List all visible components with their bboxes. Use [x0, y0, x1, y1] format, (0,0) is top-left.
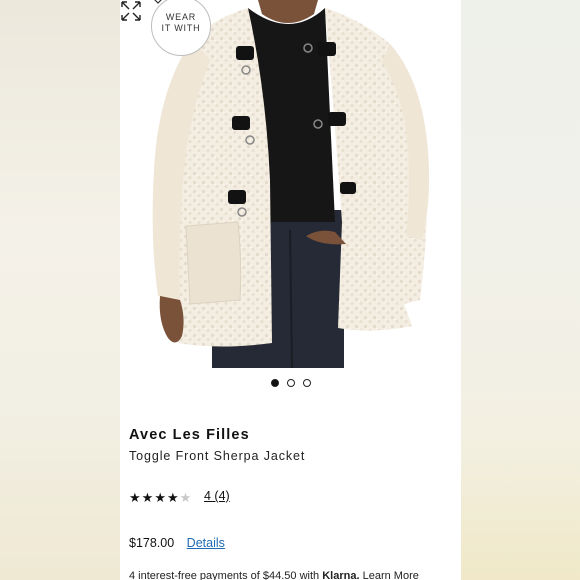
right-background	[461, 0, 580, 580]
product-name: Toggle Front Sherpa Jacket	[129, 449, 306, 463]
price-row: $178.00 Details	[129, 536, 225, 550]
product-page: WEAR IT WITH Avec Les Filles Toggle Fron…	[120, 0, 461, 580]
carousel-dot[interactable]	[270, 379, 279, 387]
carousel-dot[interactable]	[286, 379, 295, 387]
reviews-link[interactable]: 4 (4)	[204, 489, 230, 503]
star-icon: ★	[154, 490, 167, 505]
left-background	[0, 0, 120, 580]
klarna-logo: Klarna.	[322, 570, 360, 580]
details-link[interactable]: Details	[187, 536, 225, 550]
product-image[interactable]: WEAR IT WITH	[120, 0, 461, 368]
klarna-learn-more[interactable]: Learn More	[363, 570, 419, 580]
star-icon: ★	[129, 490, 142, 505]
brand-name[interactable]: Avec Les Filles	[129, 427, 250, 443]
jacket-photo	[152, 0, 430, 368]
klarna-prefix: 4 interest-free payments of $44.50 with	[129, 570, 320, 580]
star-icon: ★	[166, 490, 180, 505]
star-icon: ★	[179, 490, 193, 505]
chevron-down-icon	[154, 0, 162, 4]
klarna-message: 4 interest-free payments of $44.50 with …	[129, 570, 419, 580]
carousel-dots	[120, 379, 461, 387]
star-icon: ★	[141, 490, 155, 505]
rating-stars: ★★★★★	[129, 490, 192, 505]
carousel-dot[interactable]	[302, 379, 311, 387]
badge-line1: WEAR	[165, 12, 197, 22]
rating-row: ★★★★★ 4 (4)	[129, 489, 230, 505]
expand-arrows-icon[interactable]	[120, 0, 142, 22]
badge-line2: IT WITH	[161, 23, 201, 33]
price: $178.00	[129, 536, 175, 550]
